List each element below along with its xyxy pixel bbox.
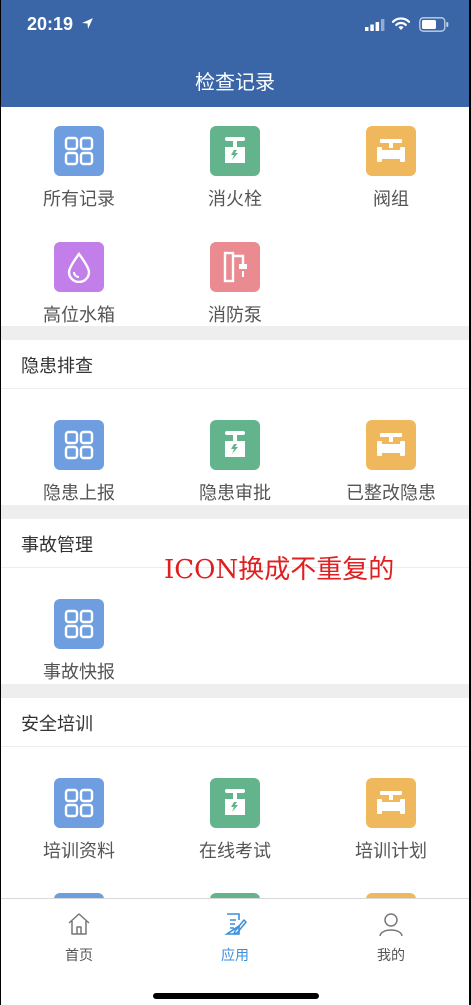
training-row: 培训资料 在线考试 培训计划	[1, 778, 469, 888]
item-hydrant[interactable]: 消火栓	[157, 126, 313, 211]
item-label: 培训资料	[43, 841, 115, 862]
section-divider	[1, 505, 469, 519]
item-hazard-approval[interactable]: 隐患审批	[157, 420, 313, 505]
location-arrow-icon	[82, 18, 93, 29]
battery-icon	[419, 17, 449, 32]
home-indicator[interactable]	[153, 993, 319, 999]
item-training-plan[interactable]: 培训计划	[313, 778, 469, 863]
inspection-row-1: 所有记录 消火栓 阀组	[1, 126, 469, 236]
section-divider	[1, 684, 469, 698]
valve-icon	[366, 126, 416, 176]
grid-icon	[54, 126, 104, 176]
section-header-training: 安全培训	[1, 698, 469, 747]
item-training-materials[interactable]: 培训资料	[1, 778, 157, 863]
section-divider	[1, 326, 469, 340]
section-title: 事故管理	[21, 535, 93, 556]
item-label: 隐患上报	[43, 483, 115, 504]
tab-apps[interactable]: 应用	[175, 911, 295, 965]
edit-document-icon	[224, 913, 247, 935]
tab-mine[interactable]: 我的	[331, 911, 451, 965]
tab-label: 首页	[65, 948, 93, 964]
item-all-records[interactable]: 所有记录	[1, 126, 157, 211]
item-valve-group[interactable]: 阀组	[313, 126, 469, 211]
water-drop-icon	[54, 242, 104, 292]
item-label: 所有记录	[43, 189, 115, 210]
tab-label: 应用	[221, 948, 249, 964]
item-label: 消火栓	[208, 189, 262, 210]
item-hazard-report[interactable]: 隐患上报	[1, 420, 157, 505]
app-screen: 20:19 检查记录 所有记录 消火栓 阀组 高位水箱 消防泵 隐患排查 隐患上…	[1, 0, 469, 1005]
item-label: 高位水箱	[43, 305, 115, 326]
nav-header: 20:19 检查记录	[1, 0, 469, 107]
section-title: 安全培训	[21, 714, 93, 735]
page-title: 检查记录	[195, 70, 275, 94]
annotation-note: ICON换成不重复的	[164, 555, 395, 585]
tab-label: 我的	[377, 948, 405, 964]
item-label: 阀组	[373, 189, 409, 210]
pump-icon	[210, 242, 260, 292]
status-time: 20:19	[27, 14, 74, 34]
item-label: 在线考试	[199, 841, 271, 862]
item-label: 已整改隐患	[346, 483, 436, 504]
hydrant-icon	[210, 420, 260, 470]
valve-icon	[366, 778, 416, 828]
item-accident-report[interactable]: 事故快报	[1, 599, 157, 684]
grid-icon	[54, 420, 104, 470]
item-label: 培训计划	[355, 841, 427, 862]
valve-icon	[366, 420, 416, 470]
item-label: 隐患审批	[199, 483, 271, 504]
item-online-exam[interactable]: 在线考试	[157, 778, 313, 863]
user-icon	[379, 913, 403, 937]
wifi-icon	[391, 17, 411, 30]
grid-icon	[54, 778, 104, 828]
item-label: 事故快报	[43, 662, 115, 683]
item-fire-pump[interactable]: 消防泵	[157, 242, 313, 327]
hydrant-icon	[210, 778, 260, 828]
hydrant-icon	[210, 126, 260, 176]
item-label: 消防泵	[208, 305, 262, 326]
section-title: 隐患排查	[21, 356, 93, 377]
item-water-tank[interactable]: 高位水箱	[1, 242, 157, 327]
tab-home[interactable]: 首页	[19, 911, 139, 965]
item-rectified-hazards[interactable]: 已整改隐患	[313, 420, 469, 505]
cellular-signal-icon	[365, 19, 385, 31]
grid-icon	[54, 599, 104, 649]
status-bar: 20:19	[1, 0, 469, 52]
section-header-hazard: 隐患排查	[1, 340, 469, 389]
tab-bar: 首页 应用 我的	[1, 898, 469, 1005]
home-icon	[68, 913, 90, 935]
